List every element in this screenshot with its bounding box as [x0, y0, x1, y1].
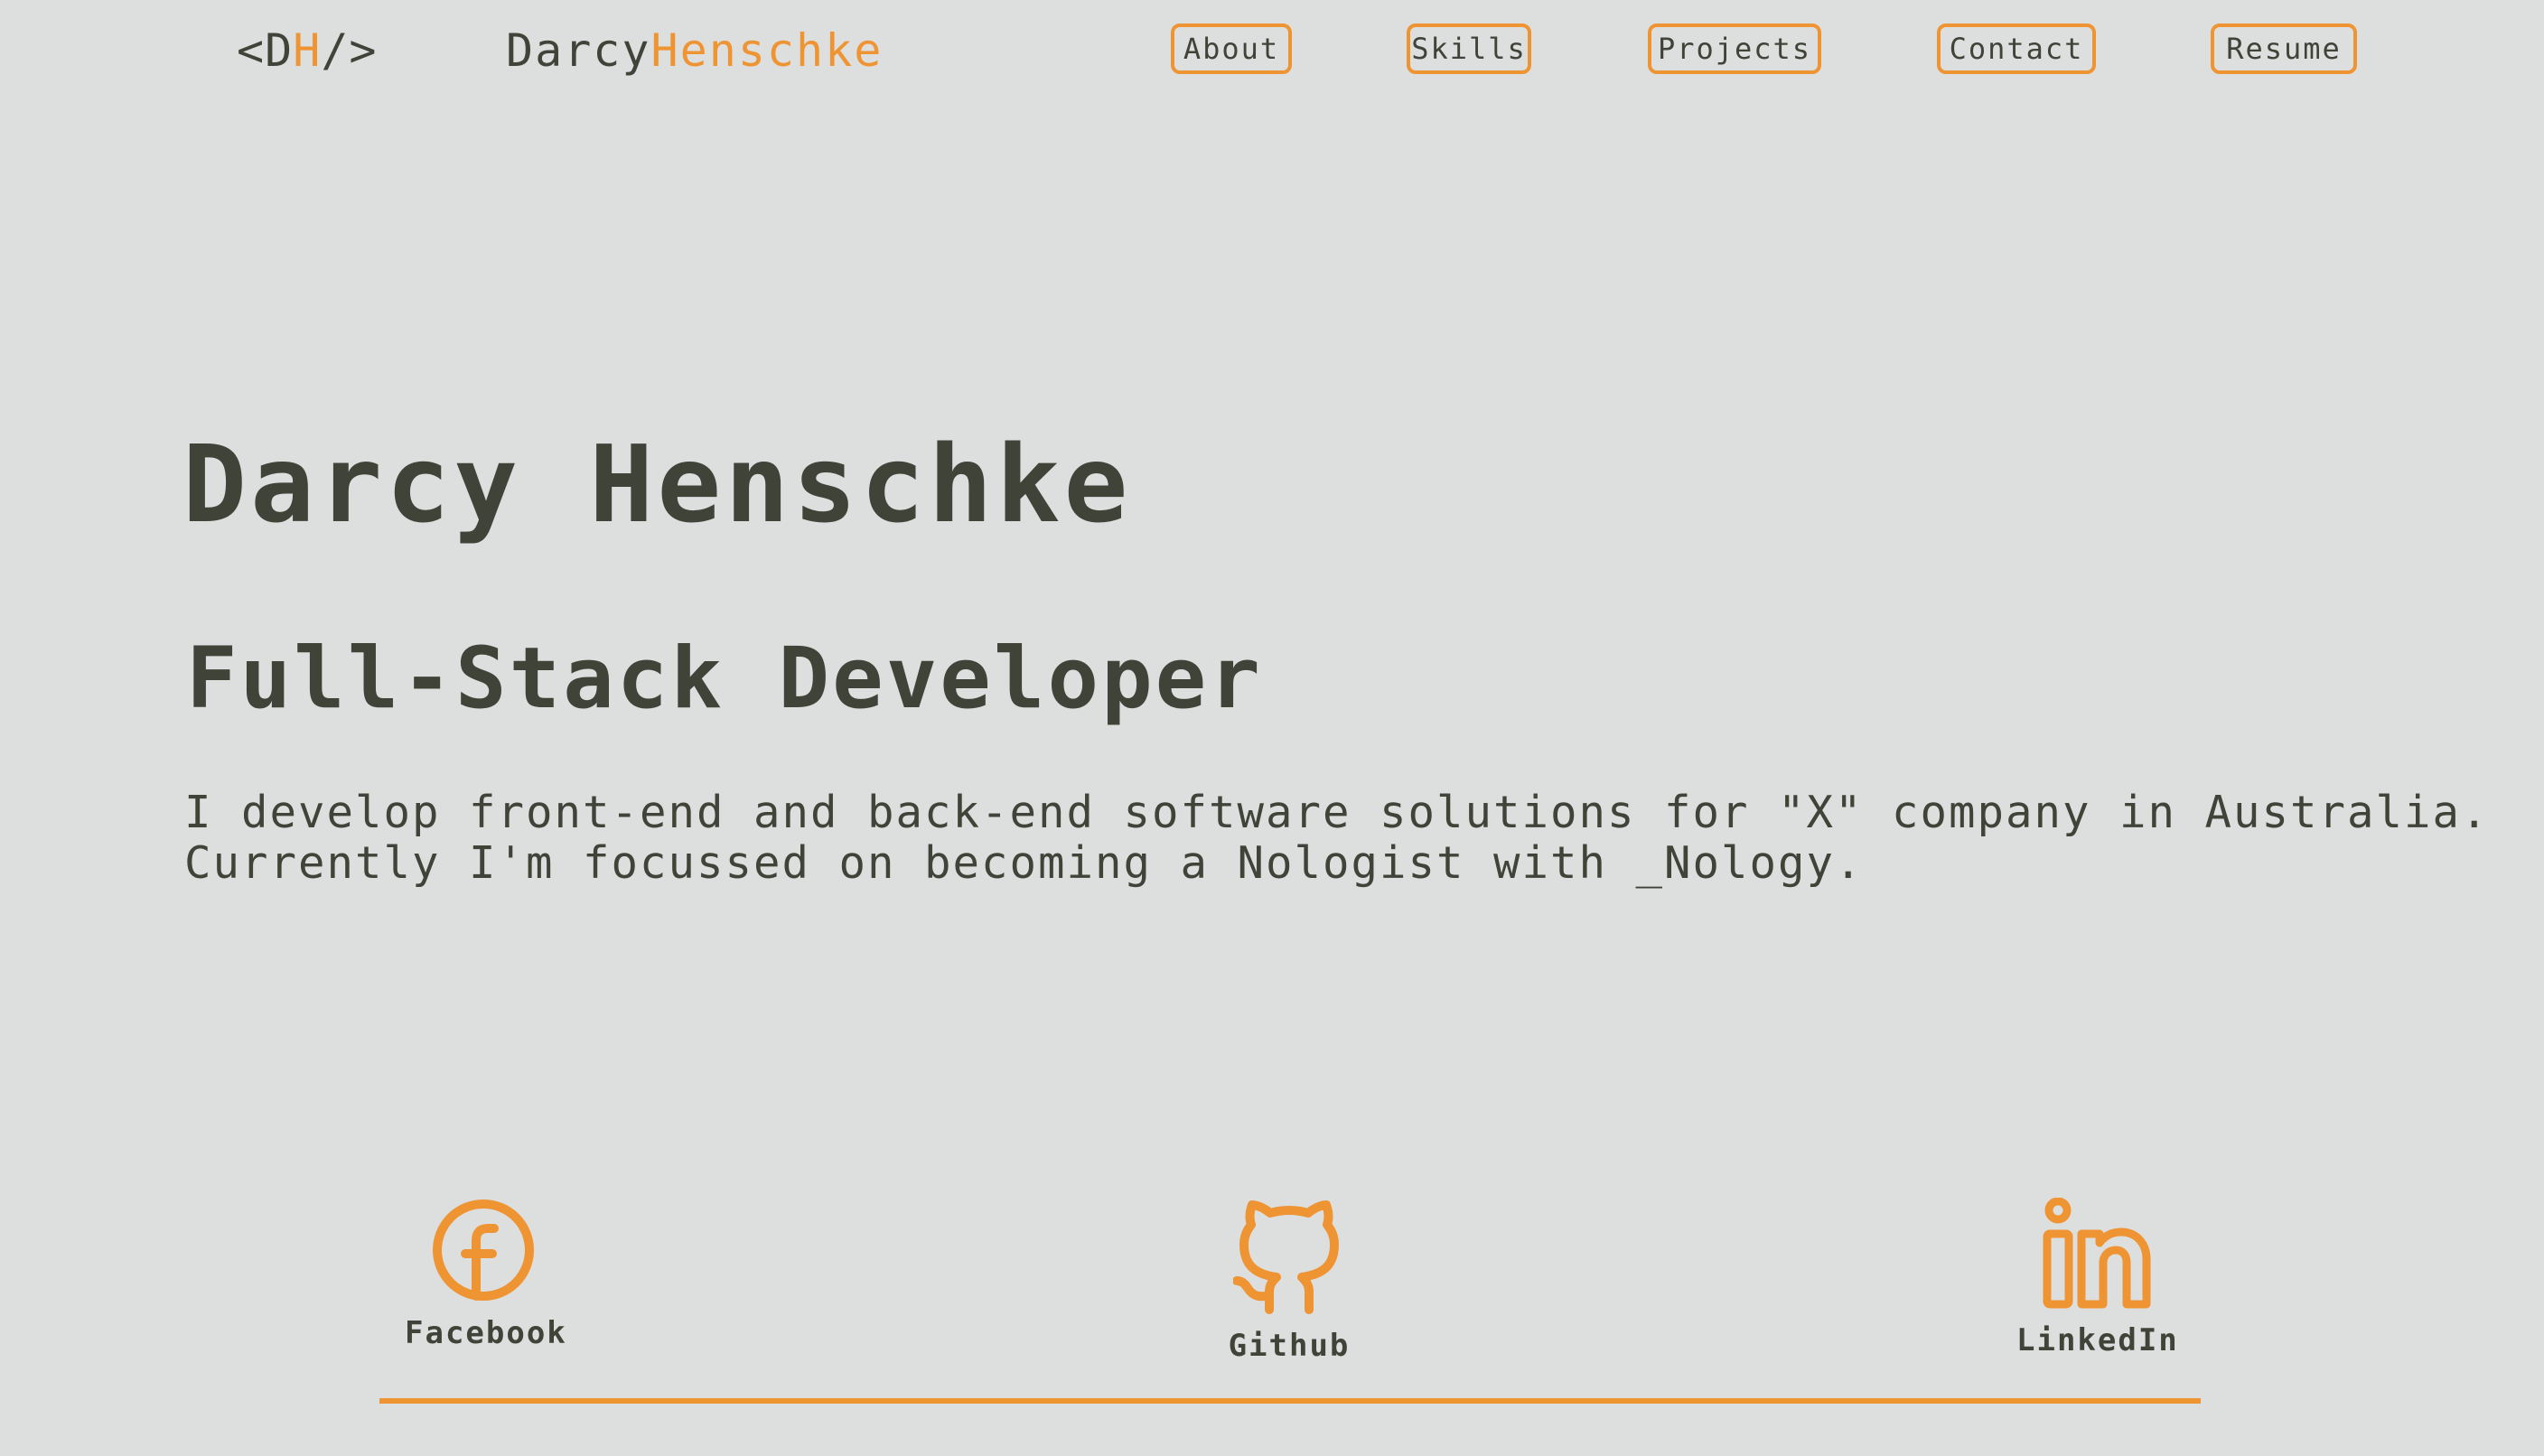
nav-resume-button[interactable]: Resume — [2211, 23, 2357, 74]
linkedin-icon — [2043, 1198, 2151, 1309]
brand-first-name: Darcy — [506, 24, 651, 77]
github-link[interactable]: Github — [1221, 1198, 1357, 1364]
facebook-icon — [433, 1199, 534, 1301]
nav-about-button[interactable]: About — [1171, 23, 1292, 74]
nav-projects-button[interactable]: Projects — [1648, 23, 1821, 74]
brand-last-name: Henschke — [650, 24, 884, 77]
hero-name: Darcy Henschke — [182, 422, 1132, 546]
hero-description-line: I develop front-end and back-end softwar… — [184, 787, 2490, 838]
github-label: Github — [1228, 1328, 1351, 1364]
brand-name: DarcyHenschke — [506, 23, 883, 78]
footer-divider — [379, 1398, 2201, 1404]
hero-description-line: Currently I'm focussed on becoming a Nol… — [184, 837, 1864, 889]
nav-skills-button[interactable]: Skills — [1407, 23, 1531, 74]
hero-title: Full-Stack Developer — [186, 630, 1263, 728]
facebook-label: Facebook — [405, 1315, 567, 1351]
site-logo[interactable]: <DH/> — [237, 23, 378, 78]
logo-open: <D — [237, 24, 294, 77]
logo-close: /> — [321, 24, 378, 77]
facebook-link[interactable]: Facebook — [405, 1198, 567, 1351]
nav-contact-button[interactable]: Contact — [1937, 23, 2096, 74]
linkedin-label: LinkedIn — [2016, 1322, 2179, 1358]
hero-description: I develop front-end and back-end softwar… — [184, 788, 2533, 889]
linkedin-link[interactable]: LinkedIn — [2016, 1198, 2179, 1358]
github-icon — [1233, 1200, 1339, 1314]
logo-accent: H — [293, 24, 322, 77]
